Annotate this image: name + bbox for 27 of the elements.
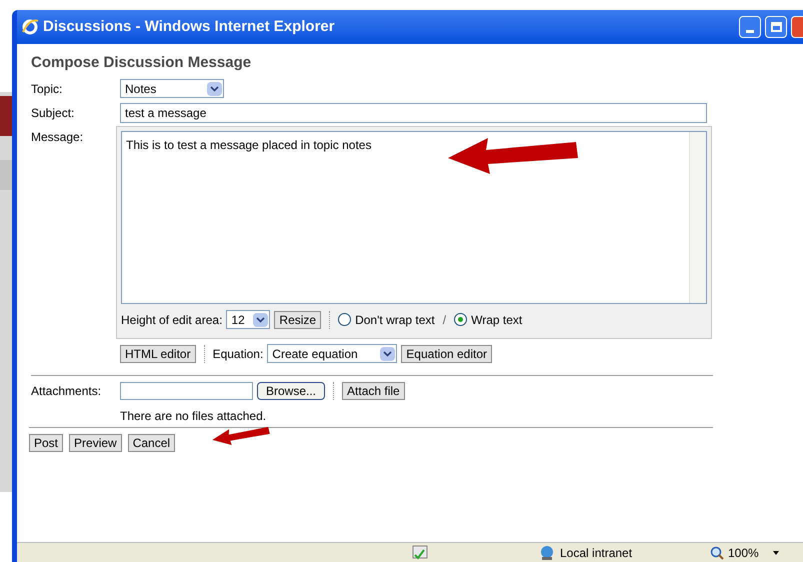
field-label: Attachments: bbox=[31, 382, 102, 400]
field-label: Subject: bbox=[31, 104, 76, 122]
radio-label: Don't wrap text bbox=[355, 312, 435, 328]
height-dropdown[interactable]: 12 bbox=[226, 310, 270, 329]
button[interactable]: Equation editor bbox=[401, 344, 492, 362]
button[interactable]: Attach file bbox=[342, 382, 405, 400]
page-heading: Compose Discussion Message bbox=[31, 53, 252, 73]
button[interactable]: HTML editor bbox=[120, 344, 196, 362]
attachments-note: There are no files attached. bbox=[119, 408, 268, 422]
button[interactable]: Cancel bbox=[128, 434, 176, 452]
zoom-level[interactable]: 100% bbox=[728, 544, 759, 562]
button[interactable]: Resize bbox=[274, 310, 322, 328]
field-label: Message: bbox=[31, 128, 84, 146]
message-textarea[interactable]: This is to test a message placed in topic notes bbox=[121, 130, 707, 304]
separator-text: / bbox=[442, 312, 446, 328]
subject-input[interactable]: test a message bbox=[120, 102, 707, 122]
field-label: Equation: bbox=[212, 346, 264, 362]
button[interactable]: Preview bbox=[69, 434, 122, 452]
browse-button[interactable]: Browse... bbox=[257, 382, 326, 400]
security-zone: Local intranet bbox=[560, 544, 634, 562]
field-label: Topic: bbox=[31, 80, 64, 98]
button[interactable]: Post bbox=[29, 434, 64, 452]
field-label: Height of edit area: bbox=[121, 312, 222, 328]
topic-dropdown[interactable]: Notes bbox=[120, 79, 224, 98]
radio-label: Wrap text bbox=[471, 312, 522, 328]
equation-dropdown[interactable]: Create equation bbox=[267, 344, 398, 363]
window-title: Discussions - Windows Internet Explorer bbox=[43, 16, 336, 37]
